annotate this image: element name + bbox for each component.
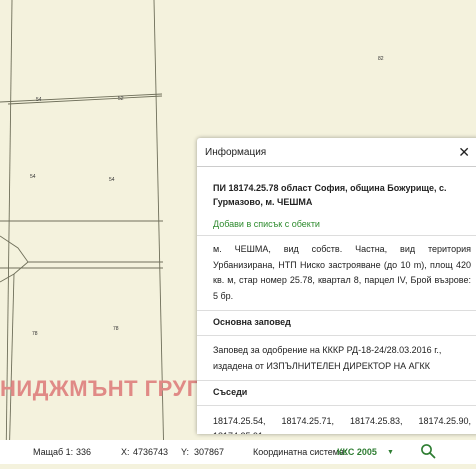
divider (197, 310, 476, 311)
scale-label: Мащаб 1: (33, 447, 74, 457)
parcel-label: 54 (109, 177, 115, 183)
divider (197, 335, 476, 336)
divider (197, 380, 476, 381)
parcel-title: ПИ 18174.25.78 област София, община Божу… (213, 183, 447, 207)
chevron-down-icon[interactable]: ▼ (387, 449, 394, 456)
parcel-description: м. ЧЕШМА, вид собств. Частна, вид терито… (213, 244, 471, 301)
info-panel-title: Информация (205, 146, 267, 158)
info-panel-header: Информация ✕ (197, 138, 476, 167)
order-text: Заповед за одобрение на КККР РД-18-24/28… (213, 345, 442, 371)
status-bar: Мащаб 1: 336 X: 4736743 Y: 307867 Коорди… (0, 440, 476, 464)
add-to-list-link[interactable]: Добави в списък с обекти (213, 219, 471, 229)
neighbors-list: 18174.25.54, 18174.25.71, 18174.25.83, 1… (213, 416, 471, 434)
info-panel-body: ПИ 18174.25.78 област София, община Божу… (197, 167, 476, 434)
parcel-label: 54 (36, 97, 42, 103)
company-watermark: НИДЖМЪНТ ГРУП (0, 376, 204, 401)
y-label: Y: (181, 447, 190, 457)
parcel-label: 82 (378, 56, 384, 62)
neighbors-heading: Съседи (213, 387, 248, 397)
parcel-label: 78 (32, 331, 38, 337)
parcel-label: 54 (30, 174, 36, 180)
coord-system-select[interactable]: ККС 2005 (337, 447, 377, 457)
divider (197, 235, 476, 236)
search-icon[interactable] (420, 443, 436, 459)
parcel-label: 78 (113, 326, 119, 332)
parcel-label: 52 (118, 96, 124, 102)
divider (197, 405, 476, 406)
coord-system-label: Координатна система: (253, 447, 347, 457)
info-panel: Информация ✕ ПИ 18174.25.78 област София… (197, 138, 476, 434)
close-icon[interactable]: ✕ (456, 145, 472, 159)
y-coordinate: 307867 (194, 447, 225, 457)
scale-value[interactable]: 336 (76, 447, 91, 457)
order-heading: Основна заповед (213, 317, 291, 327)
x-label: X: (121, 447, 130, 457)
x-coordinate: 4736743 (133, 447, 169, 457)
